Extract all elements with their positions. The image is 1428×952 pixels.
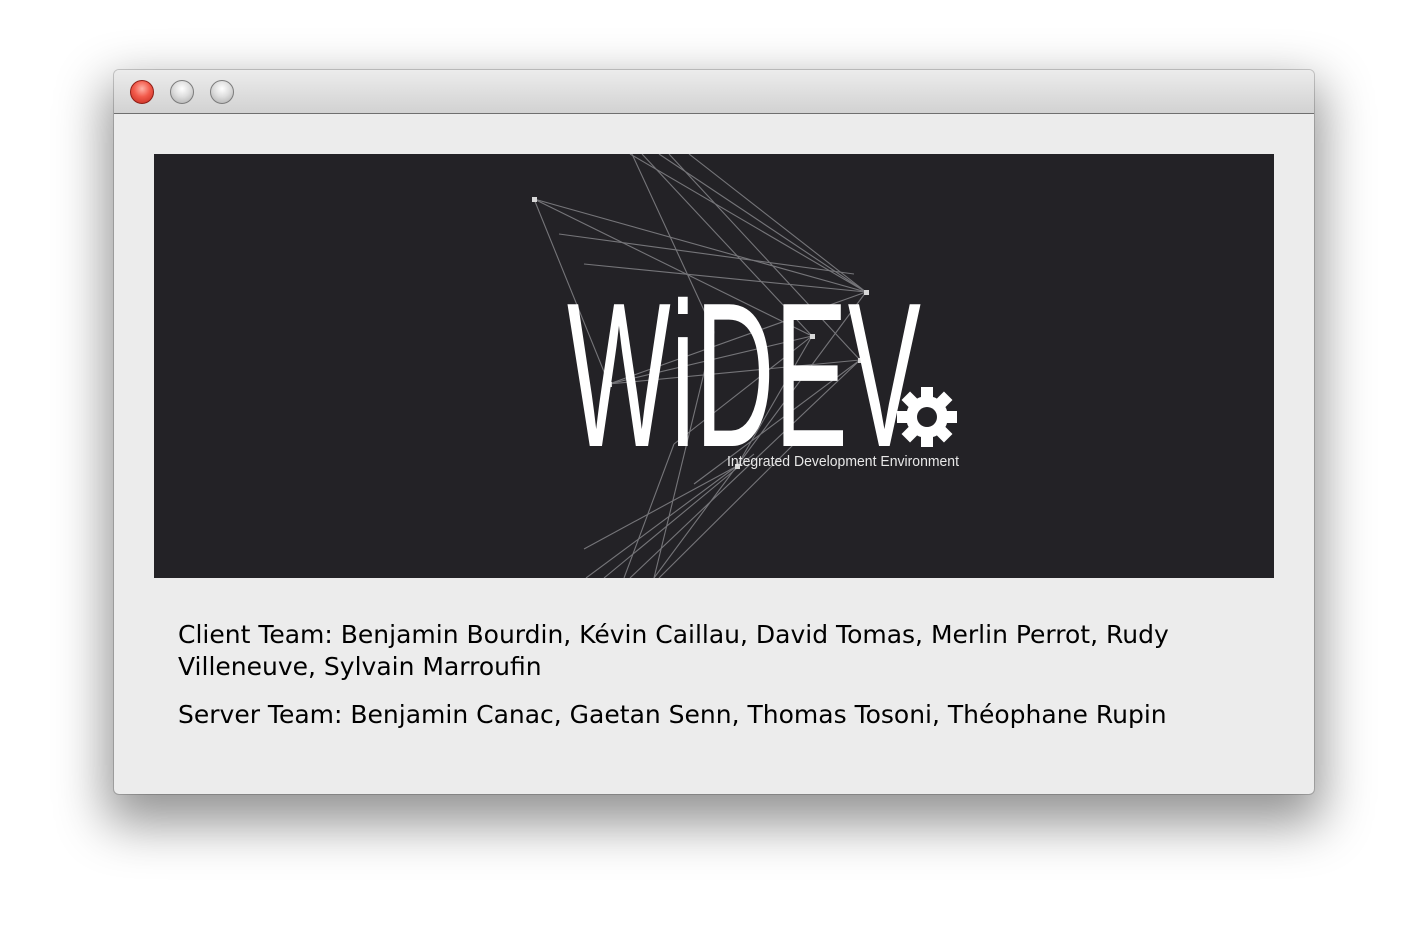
gear-icon [897, 387, 957, 447]
minimize-icon[interactable] [170, 80, 194, 104]
logo-tagline: Integrated Development Environment [727, 453, 960, 470]
title-bar[interactable] [114, 70, 1314, 114]
client-team-text: Client Team: Benjamin Bourdin, Kévin Cai… [178, 620, 1169, 681]
about-window: WiDEV Integrated Development Environment… [114, 70, 1314, 794]
server-team-text: Server Team: Benjamin Canac, Gaetan Senn… [178, 700, 1167, 729]
close-icon[interactable] [130, 80, 154, 104]
credits: Client Team: Benjamin Bourdin, Kévin Cai… [178, 619, 1238, 747]
zoom-icon[interactable] [210, 80, 234, 104]
logo-banner: WiDEV Integrated Development Environment [154, 154, 1274, 578]
